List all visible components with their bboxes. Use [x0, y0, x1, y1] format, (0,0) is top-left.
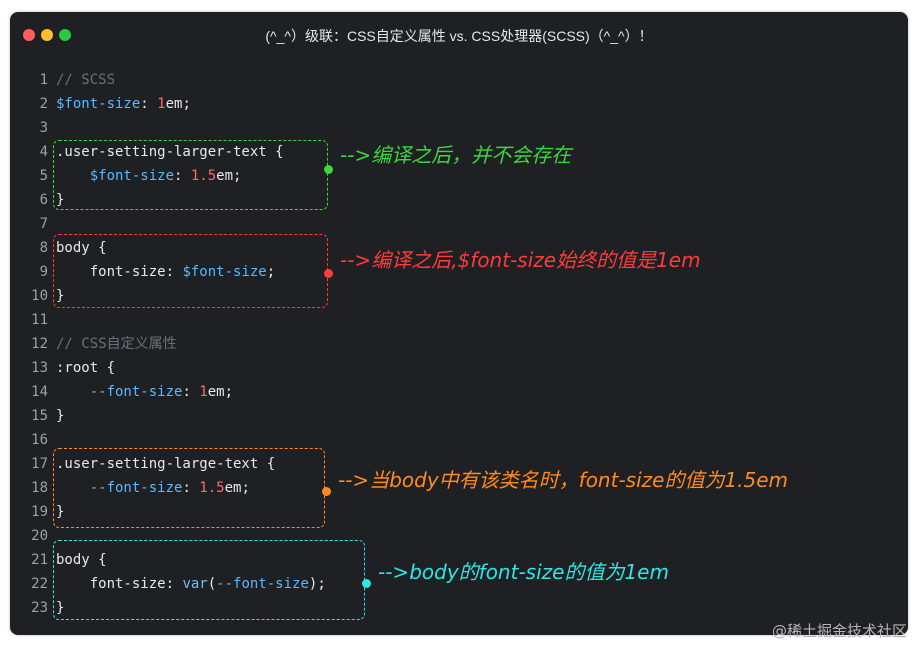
line-number: 5: [39, 168, 48, 184]
connector-dot-red: [324, 269, 333, 278]
code-text: $font-size: 1em;: [56, 96, 191, 112]
line-number: 22: [31, 576, 48, 592]
annotation-box-css-body: [53, 540, 365, 620]
line-number: 11: [31, 312, 48, 328]
line-number: 19: [31, 504, 48, 520]
connector-dot-green: [324, 165, 333, 174]
line-number: 18: [31, 480, 48, 496]
line-number: 14: [31, 384, 48, 400]
title-bar: (^_^）级联：CSS自定义属性 vs. CSS处理器(SCSS)（^_^）！: [10, 12, 908, 58]
annotation-note-4: -->body的font-size的值为1em: [378, 560, 669, 584]
code-text: // SCSS: [56, 72, 116, 88]
connector-dot-orange: [322, 487, 331, 496]
line-number: 4: [39, 144, 48, 160]
code-text: }: [56, 408, 65, 424]
connector-dot-cyan: [362, 579, 371, 588]
line-number: 21: [31, 552, 48, 568]
annotation-box-scss-body: [53, 234, 328, 308]
annotation-note-1: -->编译之后，并不会存在: [340, 143, 572, 167]
annotation-note-2: -->编译之后,$font-size始终的值是1em: [340, 248, 701, 272]
line-number: 9: [39, 264, 48, 280]
code-text: :root {: [56, 360, 116, 376]
window-title: (^_^）级联：CSS自定义属性 vs. CSS处理器(SCSS)（^_^）！: [265, 28, 653, 44]
code-text: --font-size: 1em;: [89, 384, 234, 400]
editor-window: (^_^）级联：CSS自定义属性 vs. CSS处理器(SCSS)（^_^）！ …: [10, 12, 908, 635]
line-number: 10: [31, 288, 48, 304]
annotation-note-3: -->当body中有该类名时，font-size的值为1.5em: [338, 468, 789, 492]
line-number: 7: [39, 216, 48, 232]
line-number: 3: [39, 120, 48, 136]
line-number: 23: [31, 600, 48, 616]
line-number: 13: [31, 360, 48, 376]
line-number: 6: [39, 192, 48, 208]
line-number: 8: [39, 240, 48, 256]
watermark: @稀土掘金技术社区: [771, 622, 907, 640]
code-text: // CSS自定义属性: [56, 336, 177, 352]
line-number: 17: [31, 456, 48, 472]
line-number: 2: [39, 96, 48, 112]
line-number: 1: [39, 72, 48, 88]
annotation-box-scss-larger: [53, 140, 328, 210]
line-number: 15: [31, 408, 48, 424]
annotation-box-css-larger: [53, 448, 325, 528]
line-number: 12: [31, 336, 48, 352]
line-number: 20: [31, 528, 48, 544]
line-number: 16: [31, 432, 48, 448]
